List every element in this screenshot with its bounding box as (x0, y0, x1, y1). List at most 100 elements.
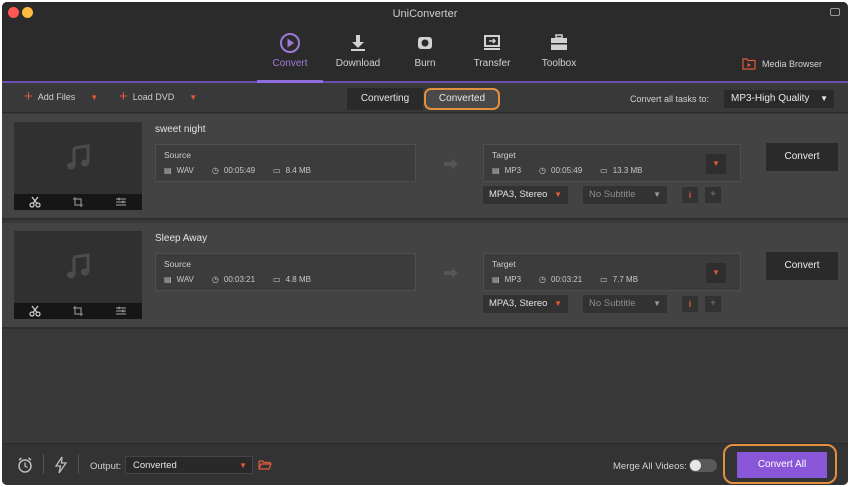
convert-button[interactable]: Convert (766, 252, 838, 280)
scissors-icon[interactable] (29, 196, 41, 208)
source-size: 8.4 MB (285, 166, 311, 175)
target-format-dropdown[interactable]: ▼ (706, 263, 726, 283)
source-format: WAV (176, 275, 194, 284)
target-label: Target (492, 259, 516, 269)
tab-convert[interactable]: Convert (255, 32, 325, 69)
title-bar: UniConverter Convert Download Burn Trans… (2, 2, 848, 82)
effects-icon[interactable] (115, 196, 127, 208)
subtitle-value: No Subtitle (589, 298, 636, 309)
info-icon[interactable]: i (682, 296, 698, 312)
clock-icon: ◷ (211, 275, 219, 284)
alarm-clock-icon[interactable] (16, 456, 34, 474)
target-meta: ▤ MP3 ◷ 00:05:49 ▭ 13.3 MB (492, 166, 643, 175)
film-icon: ▤ (164, 275, 172, 284)
source-meta: ▤ WAV ◷ 00:03:21 ▭ 4.8 MB (164, 275, 311, 284)
arrow-right-icon (444, 268, 458, 278)
tab-transfer[interactable]: Transfer (457, 32, 527, 69)
source-panel: Source ▤ WAV ◷ 00:03:21 ▭ 4.8 MB (155, 253, 416, 291)
chevron-down-icon: ▼ (239, 461, 247, 470)
window-title: UniConverter (392, 8, 458, 20)
divider (43, 454, 44, 474)
load-dvd-button[interactable]: + Load DVD ▼ (119, 89, 197, 104)
load-dvd-label: Load DVD (132, 92, 175, 102)
task-row: Sleep Away Source ▤ WAV ◷ 00:03:21 ▭ 4.8… (2, 223, 848, 329)
chevron-down-icon[interactable]: ▼ (189, 93, 197, 102)
clock-icon: ◷ (211, 166, 219, 175)
merge-all-label: Merge All Videos: (613, 461, 687, 472)
folder-icon: ▭ (273, 166, 281, 175)
source-meta: ▤ WAV ◷ 00:05:49 ▭ 8.4 MB (164, 166, 311, 175)
tab-toolbox[interactable]: Toolbox (524, 32, 594, 69)
transfer-icon (484, 35, 500, 50)
target-panel: Target ▤ MP3 ◷ 00:05:49 ▭ 13.3 MB ▼ (483, 144, 741, 182)
tab-download-label: Download (335, 58, 381, 69)
toolbox-icon (551, 34, 567, 50)
convert-icon (280, 33, 300, 53)
target-meta: ▤ MP3 ◷ 00:03:21 ▭ 7.7 MB (492, 275, 638, 284)
target-size: 7.7 MB (612, 275, 639, 284)
tab-converting[interactable]: Converting (347, 88, 423, 110)
file-name: Sleep Away (155, 233, 208, 244)
toolbar: + Add Files ▼ + Load DVD ▼ Converting Co… (2, 83, 848, 113)
tab-converted[interactable]: Converted (424, 88, 500, 110)
target-duration: 00:03:21 (551, 275, 583, 284)
audio-track-select[interactable]: MPA3, Stereo ▼ (483, 295, 568, 313)
source-duration: 00:03:21 (223, 275, 256, 284)
music-note-icon (67, 253, 90, 279)
burn-icon (418, 37, 432, 49)
media-browser-button[interactable]: Media Browser (742, 58, 822, 70)
film-icon: ▤ (492, 166, 500, 175)
tab-burn[interactable]: Burn (390, 32, 460, 69)
lightning-icon[interactable] (54, 456, 68, 474)
film-icon: ▤ (164, 166, 172, 175)
output-quality-select[interactable]: MP3-High Quality ▼ (724, 90, 834, 108)
main-nav: Convert Download Burn Transfer Toolbox (2, 32, 848, 82)
thumbnail (14, 122, 142, 210)
task-row: sweet night Source ▤ WAV ◷ 00:05:49 ▭ 8.… (2, 114, 848, 220)
convert-all-button[interactable]: Convert All (737, 452, 827, 478)
audio-track-value: MPA3, Stereo (489, 298, 548, 309)
convert-all-highlight: Convert All (723, 444, 837, 484)
tab-download[interactable]: Download (323, 32, 393, 69)
source-duration: 00:05:49 (223, 166, 256, 175)
audio-track-select[interactable]: MPA3, Stereo ▼ (483, 186, 568, 204)
toggle-knob (690, 460, 701, 471)
subtitle-value: No Subtitle (589, 189, 636, 200)
thumbnail (14, 231, 142, 319)
chevron-down-icon[interactable]: ▼ (90, 93, 98, 102)
target-format: MP3 (504, 275, 522, 284)
divider (78, 454, 79, 474)
crop-icon[interactable] (72, 196, 84, 208)
convert-button[interactable]: Convert (766, 143, 838, 171)
tab-convert-label: Convert (272, 58, 308, 69)
target-format: MP3 (504, 166, 522, 175)
info-icon[interactable]: i (682, 187, 698, 203)
output-label: Output: (90, 461, 122, 472)
target-label: Target (492, 150, 516, 160)
target-panel: Target ▤ MP3 ◷ 00:03:21 ▭ 7.7 MB ▼ (483, 253, 741, 291)
scissors-icon[interactable] (29, 305, 41, 317)
effects-icon[interactable] (115, 305, 127, 317)
add-subtitle-icon[interactable]: + (705, 296, 721, 312)
chevron-down-icon: ▼ (554, 190, 562, 199)
add-subtitle-icon[interactable]: + (705, 187, 721, 203)
chevron-down-icon: ▼ (653, 299, 661, 308)
source-label: Source (164, 259, 191, 269)
output-folder-select[interactable]: Converted ▼ (125, 456, 253, 474)
crop-icon[interactable] (72, 305, 84, 317)
folder-icon: ▭ (273, 275, 281, 284)
media-browser-icon (742, 58, 756, 70)
convert-all-to-label: Convert all tasks to: (629, 94, 709, 104)
tab-burn-label: Burn (414, 58, 436, 69)
merge-all-toggle[interactable] (689, 459, 717, 472)
subtitle-select[interactable]: No Subtitle ▼ (583, 295, 667, 313)
target-format-dropdown[interactable]: ▼ (706, 154, 726, 174)
source-panel: Source ▤ WAV ◷ 00:05:49 ▭ 8.4 MB (155, 144, 416, 182)
source-format: WAV (176, 166, 194, 175)
subtitle-select[interactable]: No Subtitle ▼ (583, 186, 667, 204)
open-folder-icon[interactable] (258, 459, 272, 471)
output-folder-value: Converted (133, 460, 177, 471)
add-files-button[interactable]: + Add Files ▼ (24, 89, 98, 104)
feedback-icon[interactable] (830, 8, 840, 16)
tab-toolbox-label: Toolbox (541, 58, 577, 69)
